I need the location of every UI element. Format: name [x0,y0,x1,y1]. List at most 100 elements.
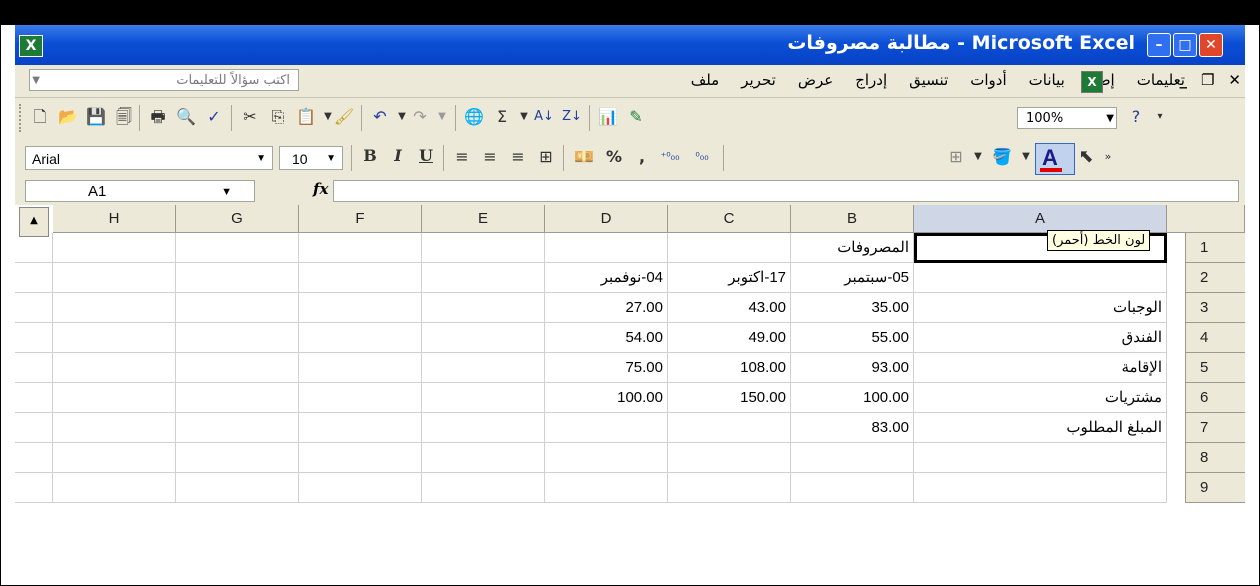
menu-help[interactable]: تعليمات [1137,71,1185,89]
cell-h4[interactable] [53,323,176,353]
cell-h8[interactable] [53,443,176,473]
row-header-4[interactable]: 4 [1185,323,1245,353]
cell-d9[interactable] [545,473,668,503]
cell-e7[interactable] [422,413,545,443]
cell-g6[interactable] [176,383,299,413]
cell-f7[interactable] [299,413,422,443]
toolbar-grip[interactable] [19,104,25,132]
menu-view[interactable]: عرض [798,71,833,89]
paste-icon[interactable]: 📋 [295,106,317,128]
spelling-icon[interactable]: ✓ [203,106,225,128]
new-document-icon[interactable]: 🗋 [29,106,51,128]
bold-button[interactable]: B [359,146,381,168]
cell-e8[interactable] [422,443,545,473]
cell-b1[interactable]: المصروفات [791,233,914,263]
row-header-7[interactable]: 7 [1185,413,1245,443]
cell-f8[interactable] [299,443,422,473]
cell-a3[interactable]: الوجبات [914,293,1167,323]
cell-f1[interactable] [299,233,422,263]
cell-b3[interactable]: 35.00 [791,293,914,323]
help-icon[interactable]: ? [1125,106,1147,128]
cell-f9[interactable] [299,473,422,503]
cell-g5[interactable] [176,353,299,383]
cell-b6[interactable]: 100.00 [791,383,914,413]
minimize-button[interactable]: – [1147,33,1171,57]
cell-h5[interactable] [53,353,176,383]
cell-f4[interactable] [299,323,422,353]
cell-b9[interactable] [791,473,914,503]
cell-h9[interactable] [53,473,176,503]
align-right-icon[interactable]: ≡ [507,146,529,168]
menu-file[interactable]: ملف [691,71,720,89]
cell-c1[interactable] [668,233,791,263]
drawing-icon[interactable]: ✎ [625,106,647,128]
currency-icon[interactable]: 💴 [573,146,595,168]
column-header-c[interactable]: C [668,205,791,233]
cell-a4[interactable]: الفندق [914,323,1167,353]
cell-d4[interactable]: 54.00 [545,323,668,353]
cell-e2[interactable] [422,263,545,293]
align-center-icon[interactable]: ≡ [479,146,501,168]
copy-icon[interactable]: ⎘ [267,106,289,128]
row-header-5[interactable]: 5 [1185,353,1245,383]
cell-b2[interactable]: 05-سبتمبر [791,263,914,293]
doc-minimize-button[interactable]: _ [1179,71,1187,89]
cell-c4[interactable]: 49.00 [668,323,791,353]
permission-icon[interactable]: 🗐 [113,106,135,128]
cell-g2[interactable] [176,263,299,293]
toolbar-options-icon[interactable]: » [1097,146,1119,168]
cell-g4[interactable] [176,323,299,353]
decrease-decimal-button[interactable]: ⁰₀₀ [691,146,713,168]
cell-h3[interactable] [53,293,176,323]
percent-button[interactable]: % [603,146,625,168]
format-painter-icon[interactable]: 🖌 [333,106,355,128]
cell-d5[interactable]: 75.00 [545,353,668,383]
chevron-down-icon[interactable]: ▼ [967,146,989,168]
cell-c9[interactable] [668,473,791,503]
undo-icon[interactable]: ↶ [369,106,391,128]
merge-center-icon[interactable]: ⊞ [535,146,557,168]
cell-c5[interactable]: 108.00 [668,353,791,383]
cell-c2[interactable]: 17-اكتوبر [668,263,791,293]
menu-tools[interactable]: أدوات [970,71,1006,89]
chevron-down-icon[interactable]: ▼ [1015,146,1037,168]
cell-h6[interactable] [53,383,176,413]
chevron-down-icon[interactable]: ▼ [256,147,266,171]
cell-f3[interactable] [299,293,422,323]
column-header-e[interactable]: E [422,205,545,233]
formula-input[interactable] [333,180,1239,202]
cell-c6[interactable]: 150.00 [668,383,791,413]
borders-icon[interactable]: ⊞ [945,146,967,168]
column-header-h[interactable]: H [53,205,176,233]
row-header-6[interactable]: 6 [1185,383,1245,413]
column-header-g[interactable]: G [176,205,299,233]
menu-insert[interactable]: إدراج [855,71,887,89]
cell-d8[interactable] [545,443,668,473]
fill-color-icon[interactable]: 🪣 [991,146,1013,168]
cell-g1[interactable] [176,233,299,263]
chart-wizard-icon[interactable]: 📊 [597,106,619,128]
cell-a8[interactable] [914,443,1167,473]
font-color-button[interactable]: A [1035,143,1075,175]
cell-f2[interactable] [299,263,422,293]
cell-c7[interactable] [668,413,791,443]
menu-edit[interactable]: تحرير [741,71,776,89]
sort-ascending-icon[interactable]: A↓ [533,106,555,128]
hyperlink-icon[interactable]: 🌐 [463,106,485,128]
function-icon[interactable]: fx [313,180,328,198]
cell-g9[interactable] [176,473,299,503]
print-icon[interactable]: 🖶 [147,106,169,128]
cell-c8[interactable] [668,443,791,473]
font-size-select[interactable]: 10 ▼ [279,146,343,170]
name-box[interactable]: A1 ▼ [25,180,255,202]
underline-button[interactable]: U [415,146,437,168]
print-preview-icon[interactable]: 🔍 [175,106,197,128]
cell-g7[interactable] [176,413,299,443]
redo-icon[interactable]: ↷ [409,106,431,128]
sort-descending-icon[interactable]: Z↓ [561,106,583,128]
cell-h7[interactable] [53,413,176,443]
chevron-down-icon[interactable]: ▼ [513,106,535,128]
cell-b5[interactable]: 93.00 [791,353,914,383]
cell-a2[interactable] [914,263,1167,293]
cell-f6[interactable] [299,383,422,413]
